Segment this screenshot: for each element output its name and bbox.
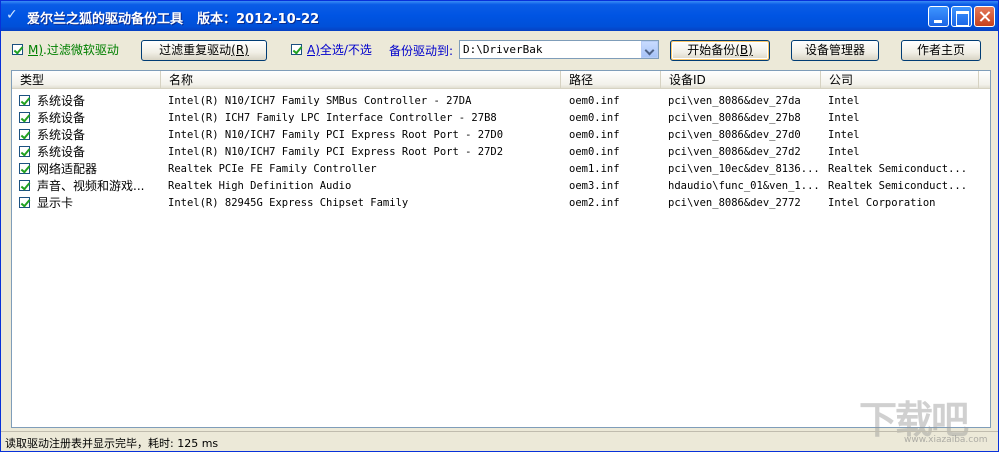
cell-type: 系统设备 xyxy=(37,145,86,159)
cell-company: Realtek Semiconduct... xyxy=(828,163,968,175)
cell-path: oem1.inf xyxy=(569,163,620,175)
cell-company: Intel xyxy=(828,112,860,124)
cell-path: oem0.inf xyxy=(569,146,620,158)
chevron-down-icon[interactable] xyxy=(641,41,658,58)
cell-type: 系统设备 xyxy=(37,111,86,125)
filter-duplicate-text: 过滤重复驱动 xyxy=(159,43,232,57)
cell-company: Intel xyxy=(828,129,860,141)
main-window: ✓ 爱尔兰之狐的驱动备份工具 版本：2012-10-22 M).过滤微软驱动 过滤… xyxy=(0,0,999,452)
cell-name: Realtek PCIe FE Family Controller xyxy=(168,163,377,175)
title-app-name: 爱尔兰之狐的驱动备份工具 xyxy=(27,12,184,27)
close-button[interactable] xyxy=(974,6,995,27)
cell-company: Intel Corporation xyxy=(828,197,936,209)
table-row[interactable]: 系统设备 Intel(R) ICH7 Family LPC Interface … xyxy=(12,109,990,126)
backup-path-combobox[interactable]: D:\DriverBak xyxy=(459,40,659,59)
column-header-path[interactable]: 路径 xyxy=(561,71,661,89)
status-bar: 读取驱动注册表并显示完毕，耗时: 125 ms xyxy=(1,431,998,451)
device-manager-button[interactable]: 设备管理器 xyxy=(791,40,879,61)
cell-device-id: hdaudio\func_01&ven_1... xyxy=(668,180,820,192)
cell-device-id: pci\ven_8086&dev_2772 xyxy=(668,197,801,209)
column-header-device-id[interactable]: 设备ID xyxy=(661,71,821,89)
filter-microsoft-text: .过滤微软驱动 xyxy=(43,43,119,57)
select-all-key: A) xyxy=(307,43,320,57)
cell-type: 系统设备 xyxy=(37,128,86,142)
backup-path-value[interactable]: D:\DriverBak xyxy=(463,43,542,56)
column-header-company[interactable]: 公司 xyxy=(821,71,979,89)
cell-company: Intel xyxy=(828,146,860,158)
cell-path: oem2.inf xyxy=(569,197,620,209)
cell-name: Intel(R) ICH7 Family LPC Interface Contr… xyxy=(168,112,497,124)
backup-path-label: 备份驱动到: xyxy=(389,44,454,58)
table-row[interactable]: 系统设备 Intel(R) N10/ICH7 Family SMBus Cont… xyxy=(12,92,990,109)
cell-name: Intel(R) 82945G Express Chipset Family xyxy=(168,197,409,209)
cell-company: Intel xyxy=(828,95,860,107)
cell-company: Realtek Semiconduct... xyxy=(828,180,968,192)
cell-type: 声音、视频和游戏... xyxy=(37,179,145,193)
table-row[interactable]: 声音、视频和游戏... Realtek High Definition Audi… xyxy=(12,177,990,194)
cell-name: Intel(R) N10/ICH7 Family SMBus Controlle… xyxy=(168,95,472,107)
row-checkbox[interactable] xyxy=(19,146,30,157)
table-row[interactable]: 网络适配器 Realtek PCIe FE Family Controller … xyxy=(12,160,990,177)
cell-device-id: pci\ven_8086&dev_27da xyxy=(668,95,801,107)
table-row[interactable]: 系统设备 Intel(R) N10/ICH7 Family PCI Expres… xyxy=(12,143,990,160)
column-header-type[interactable]: 类型 xyxy=(12,71,161,89)
cell-name: Intel(R) N10/ICH7 Family PCI Express Roo… xyxy=(168,146,504,158)
cell-name: Realtek High Definition Audio xyxy=(168,180,352,192)
driver-list[interactable]: 类型 名称 路径 设备ID 公司 系统设备 Intel(R) N10/ICH7 … xyxy=(11,70,991,428)
cell-type: 系统设备 xyxy=(37,94,86,108)
table-row[interactable]: 系统设备 Intel(R) N10/ICH7 Family PCI Expres… xyxy=(12,126,990,143)
column-header-name[interactable]: 名称 xyxy=(161,71,561,89)
row-checkbox[interactable] xyxy=(19,163,30,174)
row-checkbox[interactable] xyxy=(19,180,30,191)
minimize-button[interactable] xyxy=(928,6,949,27)
app-icon: ✓ xyxy=(6,7,18,23)
filter-microsoft-checkbox[interactable] xyxy=(12,44,23,55)
select-all-checkbox[interactable] xyxy=(291,44,302,55)
author-homepage-button[interactable]: 作者主页 xyxy=(901,40,981,61)
cell-type: 网络适配器 xyxy=(37,162,98,176)
start-backup-text: 开始备份 xyxy=(687,43,736,57)
title-version: 版本：2012-10-22 xyxy=(197,12,320,27)
select-all-label[interactable]: A)全选/不选 xyxy=(307,41,372,58)
row-checkbox[interactable] xyxy=(19,129,30,140)
cell-device-id: pci\ven_8086&dev_27d0 xyxy=(668,129,801,141)
status-text: 读取驱动注册表并显示完毕，耗时: 125 ms xyxy=(5,437,219,450)
cell-device-id: pci\ven_8086&dev_27d2 xyxy=(668,146,801,158)
cell-path: oem0.inf xyxy=(569,95,620,107)
cell-path: oem0.inf xyxy=(569,112,620,124)
list-header: 类型 名称 路径 设备ID 公司 xyxy=(12,71,990,89)
start-backup-button[interactable]: 开始备份(B) xyxy=(670,40,770,61)
start-backup-key: (B) xyxy=(735,43,753,57)
row-checkbox[interactable] xyxy=(19,95,30,106)
maximize-button[interactable] xyxy=(951,6,972,27)
row-checkbox[interactable] xyxy=(19,112,30,123)
filter-duplicate-key: (R) xyxy=(231,43,249,57)
filter-duplicate-button[interactable]: 过滤重复驱动(R) xyxy=(141,40,267,61)
row-checkbox[interactable] xyxy=(19,197,30,208)
cell-device-id: pci\ven_10ec&dev_8136... xyxy=(668,163,820,175)
cell-device-id: pci\ven_8086&dev_27b8 xyxy=(668,112,801,124)
cell-path: oem3.inf xyxy=(569,180,620,192)
cell-type: 显示卡 xyxy=(37,196,74,210)
table-row[interactable]: 显示卡 Intel(R) 82945G Express Chipset Fami… xyxy=(12,194,990,211)
filter-microsoft-label[interactable]: M).过滤微软驱动 xyxy=(28,41,119,58)
title-bar[interactable]: ✓ 爱尔兰之狐的驱动备份工具 版本：2012-10-22 xyxy=(1,1,998,31)
select-all-text: 全选/不选 xyxy=(319,43,372,57)
cell-name: Intel(R) N10/ICH7 Family PCI Express Roo… xyxy=(168,129,504,141)
window-title: 爱尔兰之狐的驱动备份工具 版本：2012-10-22 xyxy=(27,8,319,27)
cell-path: oem0.inf xyxy=(569,129,620,141)
filter-microsoft-key: M) xyxy=(28,43,44,57)
